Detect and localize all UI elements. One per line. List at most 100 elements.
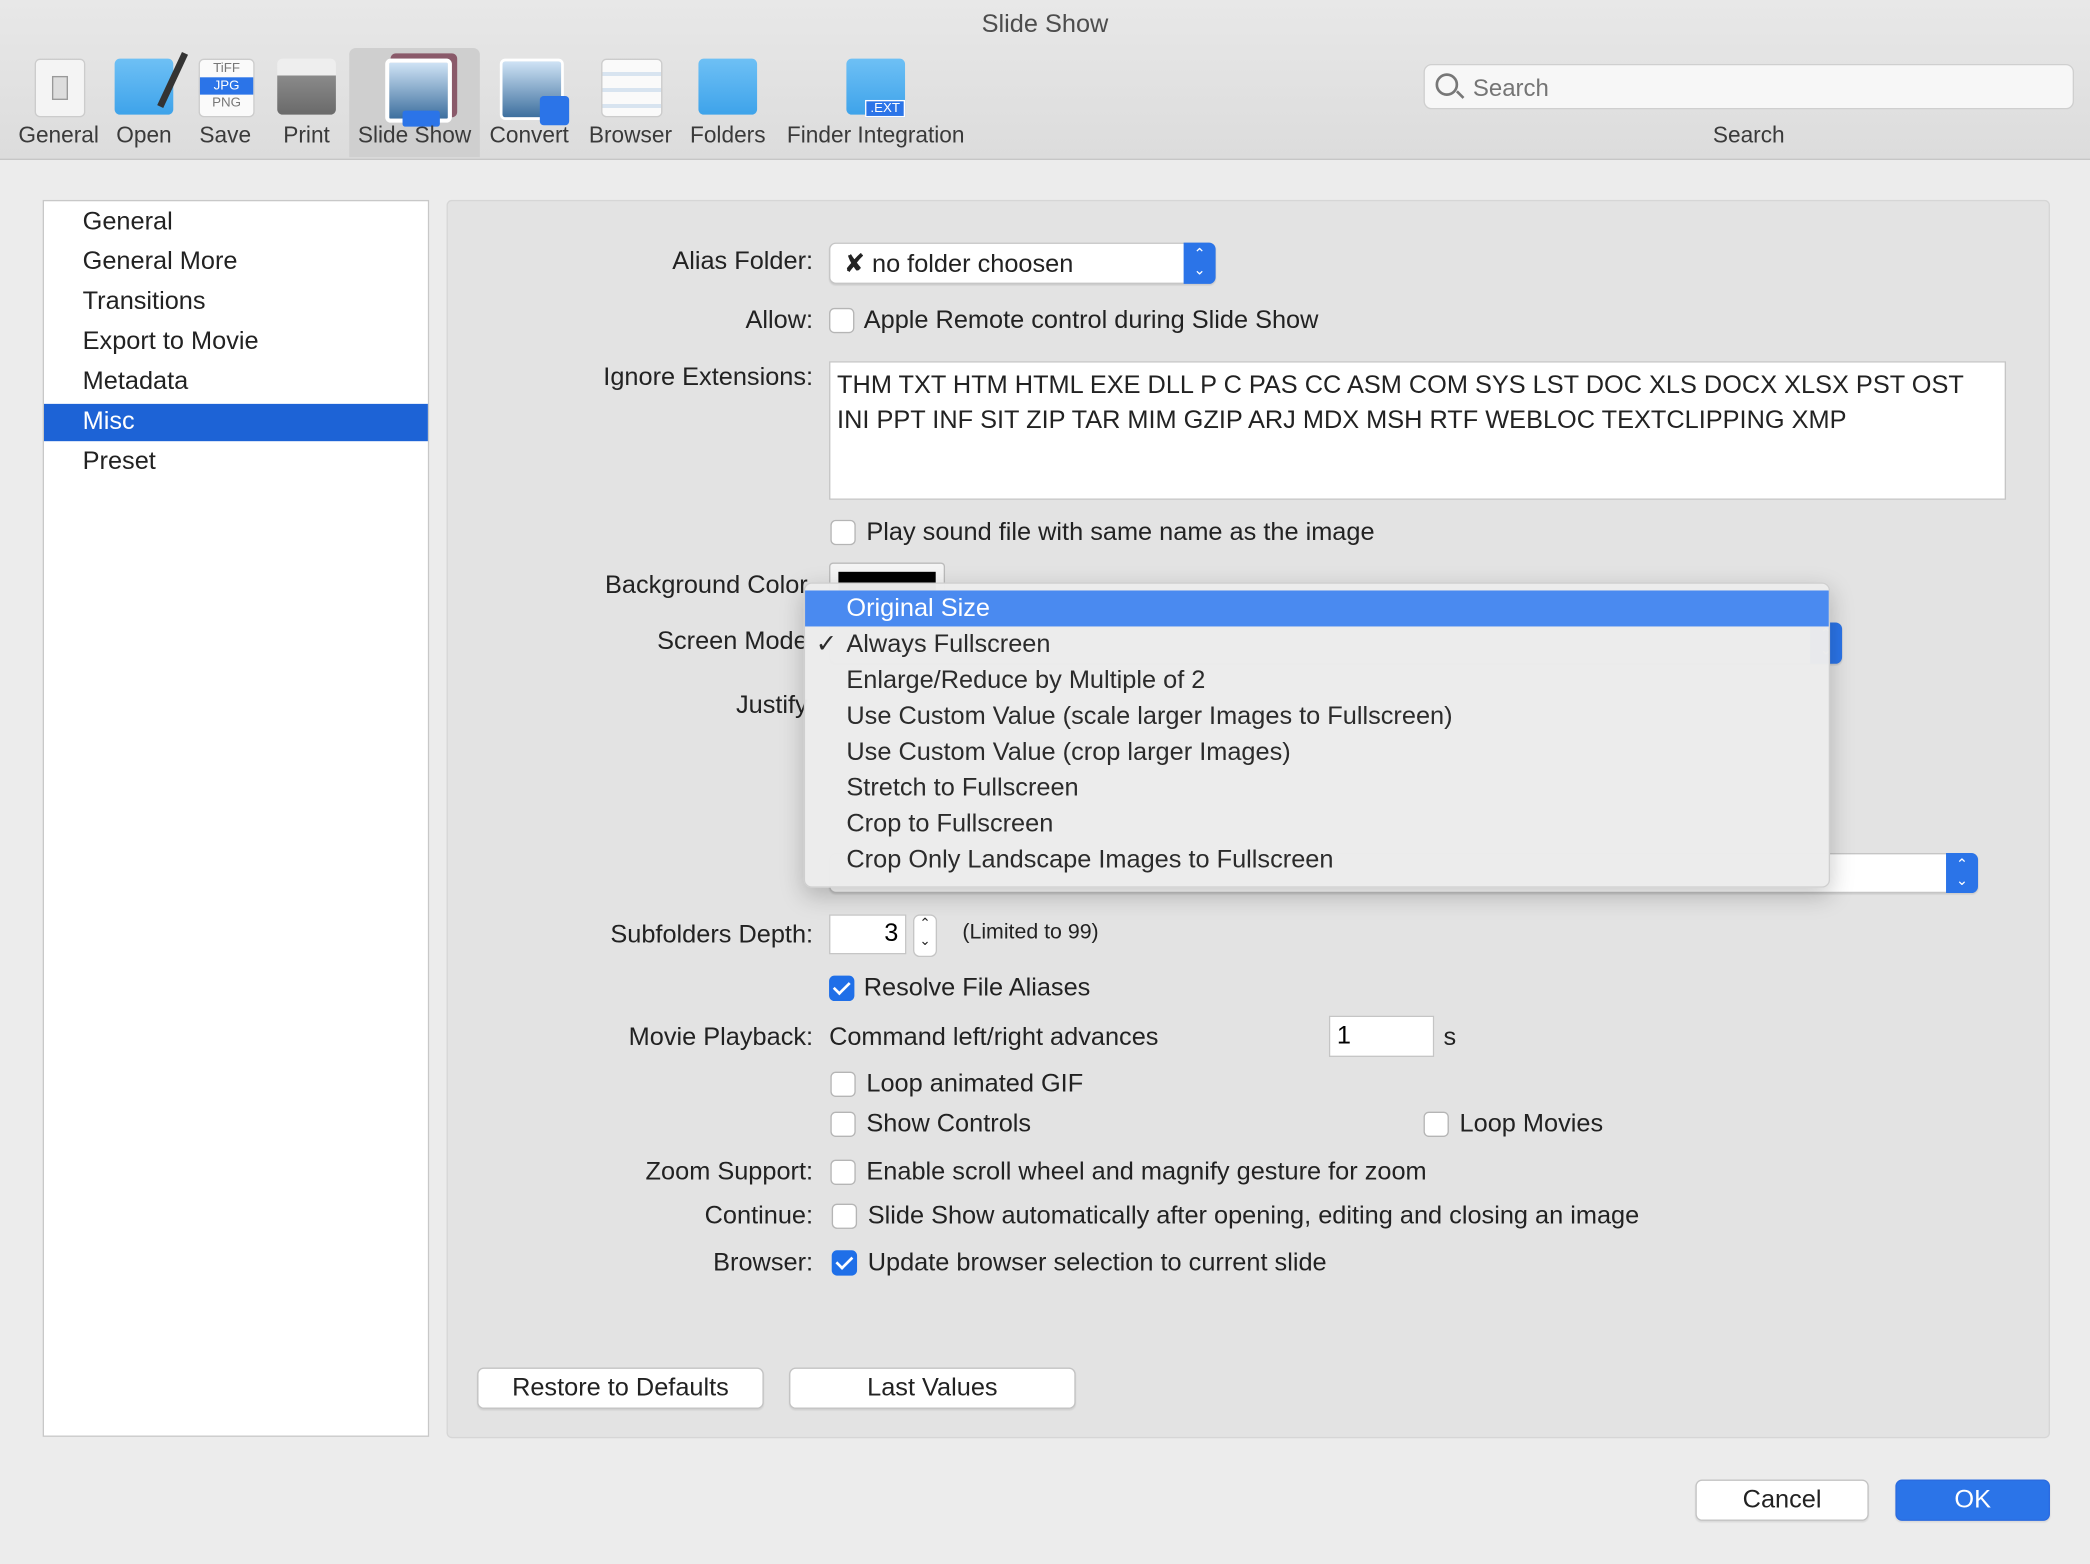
continue-label: Continue:	[704, 1202, 814, 1231]
checkmark-icon: ✓	[815, 630, 837, 659]
folders-icon	[698, 58, 758, 115]
screen-mode-menu: Original Size ✓ Always Fullscreen Enlarge…	[803, 582, 1831, 888]
ignore-extensions-label: Ignore Extensions:	[603, 363, 814, 392]
window-title: Slide Show	[981, 10, 1109, 39]
tab-browser[interactable]: Browser	[584, 48, 677, 157]
alias-folder-label: Alias Folder:	[672, 247, 814, 276]
advance-seconds-input[interactable]	[1328, 1015, 1435, 1057]
tab-label: Folders	[689, 122, 766, 148]
browser-selection-checkbox[interactable]	[831, 1250, 858, 1276]
search-label: Search	[1712, 122, 1785, 148]
menu-item-label: Original Size	[846, 594, 990, 623]
format-jpg: JPG	[199, 77, 254, 95]
file-formats-icon: TiFF JPG PNG	[198, 58, 255, 118]
sidebar-item-preset[interactable]: Preset	[44, 444, 428, 481]
tab-label: Browser	[588, 122, 673, 148]
menu-item-always-fullscreen[interactable]: ✓ Always Fullscreen	[805, 626, 1829, 662]
loop-gif-label: Loop animated GIF	[866, 1070, 1084, 1099]
subfolders-limit-note: (Limited to 99)	[962, 921, 1099, 944]
tab-folders[interactable]: Folders	[685, 48, 770, 157]
tab-save[interactable]: TiFF JPG PNG Save	[187, 48, 264, 157]
play-sound-checkbox[interactable]	[830, 519, 856, 546]
tab-finder-integration[interactable]: .EXT Finder Integration	[778, 48, 973, 157]
search-icon	[1435, 73, 1459, 96]
menu-item-original-size[interactable]: Original Size	[805, 590, 1829, 627]
sidebar-item-metadata[interactable]: Metadata	[44, 364, 428, 401]
sidebar-item-general-more[interactable]: General More	[44, 244, 428, 281]
apple-remote-label: Apple Remote control during Slide Show	[863, 306, 1319, 335]
restore-defaults-button[interactable]: Restore to Defaults	[477, 1367, 764, 1409]
slideshow-icon	[385, 58, 452, 127]
finder-ext-icon: .EXT	[846, 58, 906, 118]
tab-label: Convert	[489, 122, 569, 148]
sidebar-item-transitions[interactable]: Transitions	[44, 284, 428, 321]
browser-icon	[601, 58, 663, 118]
zoom-support-checkbox[interactable]	[830, 1159, 856, 1185]
subfolders-depth-input[interactable]	[829, 914, 907, 955]
movie-playback-label: Movie Playback:	[628, 1023, 814, 1052]
resolve-aliases-checkbox[interactable]	[829, 975, 855, 1002]
show-controls-checkbox[interactable]	[830, 1111, 856, 1137]
background-color-label: Background Color	[605, 571, 808, 600]
sidebar-item-export-to-movie[interactable]: Export to Movie	[44, 324, 428, 361]
subfolders-depth-stepper[interactable]: ⌃ ⌄	[913, 914, 938, 958]
cancel-button[interactable]: Cancel	[1695, 1479, 1869, 1521]
sidebar: General General More Transitions Export …	[42, 199, 430, 1437]
resolve-aliases-label: Resolve File Aliases	[863, 974, 1091, 1003]
tab-label: Print	[283, 122, 330, 148]
screen-mode-label: Screen Mode	[657, 627, 808, 656]
tab-label: Slide Show	[357, 122, 472, 148]
ext-badge: .EXT	[865, 99, 906, 118]
justify-label: Justify	[735, 691, 808, 720]
show-controls-label: Show Controls	[866, 1110, 1032, 1139]
convert-icon	[499, 58, 570, 126]
play-sound-label: Play sound file with same name as the im…	[866, 518, 1375, 547]
tab-convert[interactable]: Convert	[483, 48, 576, 157]
loop-movies-checkbox[interactable]	[1423, 1111, 1449, 1137]
menu-item-crop-landscape[interactable]: Crop Only Landscape Images to Fullscreen	[805, 842, 1829, 878]
tab-open[interactable]: Open	[109, 48, 189, 157]
tab-label: Save	[199, 122, 252, 148]
toolbar: Slide Show General Open TiFF JPG PNG Sav…	[0, 0, 2090, 160]
tab-label: Finder Integration	[786, 122, 965, 148]
tab-slide-show[interactable]: Slide Show	[349, 47, 480, 158]
sidebar-item-misc[interactable]: Misc	[43, 403, 428, 442]
command-advances-label: Command left/right advances	[829, 1023, 1159, 1052]
loop-movies-label: Loop Movies	[1459, 1110, 1604, 1139]
light-switch-icon	[34, 58, 86, 118]
tab-print[interactable]: Print	[269, 48, 344, 157]
chevron-updown-icon: ⌃⌄	[1183, 242, 1216, 284]
format-png: PNG	[212, 95, 242, 111]
menu-item-label: Always Fullscreen	[846, 630, 1051, 659]
sidebar-item-general[interactable]: General	[44, 204, 428, 241]
tab-label: General	[18, 122, 99, 148]
folder-brush-icon	[114, 51, 189, 115]
menu-item-stretch[interactable]: Stretch to Fullscreen	[805, 770, 1829, 806]
browser-selection-option: Update browser selection to current slid…	[867, 1248, 1327, 1277]
last-values-button[interactable]: Last Values	[789, 1367, 1076, 1409]
seconds-unit: s	[1443, 1023, 1457, 1052]
loop-gif-checkbox[interactable]	[830, 1071, 856, 1097]
menu-item-crop-fullscreen[interactable]: Crop to Fullscreen	[805, 806, 1829, 842]
menu-item-custom-scale[interactable]: Use Custom Value (scale larger Images to…	[805, 698, 1829, 734]
format-tiff: TiFF	[213, 61, 241, 76]
tab-label: Open	[116, 122, 172, 148]
tab-general[interactable]: General	[11, 48, 107, 157]
search-input[interactable]	[1470, 70, 2062, 106]
alias-folder-value: ✘ no folder choosen	[843, 250, 1074, 279]
ignore-extensions-textarea[interactable]: THM TXT HTM HTML EXE DLL P C PAS CC ASM …	[829, 361, 2007, 500]
ok-button[interactable]: OK	[1895, 1479, 2051, 1521]
menu-item-custom-crop[interactable]: Use Custom Value (crop larger Images)	[805, 734, 1829, 770]
chevron-updown-icon: ⌃⌄	[1946, 853, 1979, 894]
apple-remote-checkbox[interactable]	[829, 307, 855, 334]
menu-item-enlarge-reduce[interactable]: Enlarge/Reduce by Multiple of 2	[805, 662, 1829, 698]
printer-icon	[277, 58, 336, 115]
preferences-window: Slide Show General Open TiFF JPG PNG Sav…	[0, 0, 2090, 1564]
alias-folder-popup[interactable]: ✘ no folder choosen ⌃ ⌄	[829, 242, 1216, 284]
browser-label: Browser:	[713, 1248, 814, 1277]
continue-option: Slide Show automatically after opening, …	[867, 1202, 1640, 1231]
zoom-support-option: Enable scroll wheel and magnify gesture …	[866, 1158, 1427, 1187]
zoom-support-label: Zoom Support:	[645, 1158, 814, 1187]
search-field[interactable]	[1423, 63, 2074, 110]
continue-checkbox[interactable]	[831, 1203, 858, 1229]
